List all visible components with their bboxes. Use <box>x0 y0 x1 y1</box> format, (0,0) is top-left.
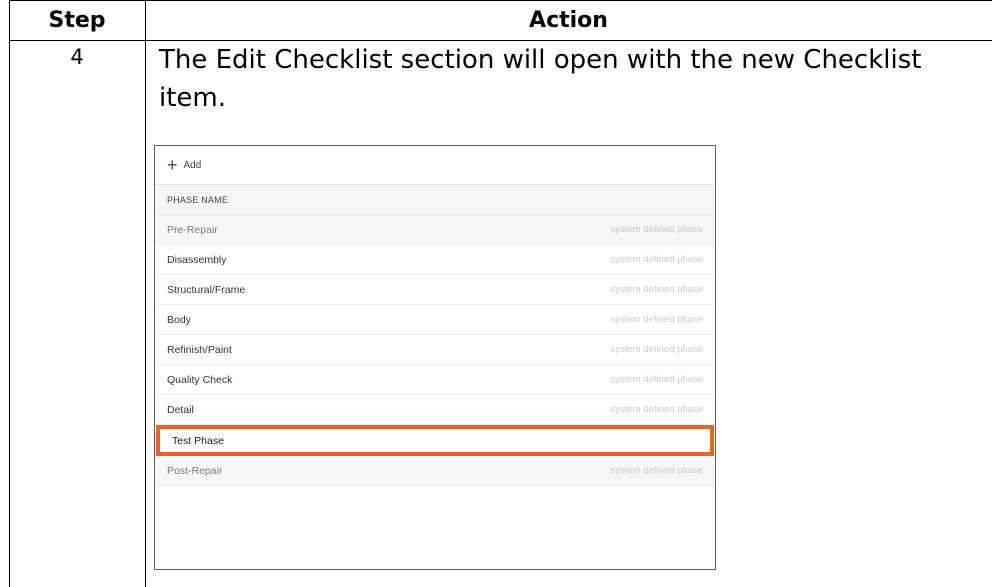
table-row[interactable]: Disassembly system defined phase <box>155 245 715 275</box>
header-action: Action <box>145 0 992 40</box>
table-row[interactable]: Refinish/Paint system defined phase <box>155 335 715 365</box>
phase-tag: system defined phase <box>610 254 703 265</box>
phase-tag: system defined phase <box>610 465 703 476</box>
phase-tag: system defined phase <box>610 344 703 355</box>
table-row[interactable]: Pre-Repair system defined phase <box>155 215 715 245</box>
table-row[interactable]: Detail system defined phase <box>155 395 715 425</box>
phase-name-column-header: PHASE NAME <box>155 185 715 215</box>
phase-name: Body <box>167 313 191 326</box>
phase-tag: system defined phase <box>610 224 703 235</box>
phase-name: Post-Repair <box>167 464 223 477</box>
table-row[interactable]: Body system defined phase <box>155 305 715 335</box>
phase-tag: system defined phase <box>610 374 703 385</box>
phase-name: Disassembly <box>167 253 227 266</box>
table-border-divider <box>145 0 146 587</box>
table-row[interactable]: Post-Repair system defined phase <box>155 456 715 486</box>
table-border-header <box>9 40 992 41</box>
phase-name: Pre-Repair <box>167 223 218 236</box>
table-row[interactable]: Structural/Frame system defined phase <box>155 275 715 305</box>
table-row[interactable]: Quality Check system defined phase <box>155 365 715 395</box>
phase-list-screenshot: + Add PHASE NAME Pre-Repair system defin… <box>154 145 716 570</box>
phase-tag: system defined phase <box>610 284 703 295</box>
table-border-left <box>9 0 10 587</box>
phase-name: Quality Check <box>167 373 233 386</box>
phase-name: Refinish/Paint <box>167 343 232 356</box>
step-number: 4 <box>70 45 84 69</box>
action-text-line1: The Edit Checklist section will open wit… <box>159 45 922 75</box>
action-text-line2: item. <box>159 83 227 113</box>
phase-toolbar: + Add <box>155 146 715 185</box>
add-button[interactable]: Add <box>184 160 202 171</box>
phase-name: Structural/Frame <box>167 283 246 296</box>
header-step: Step <box>9 0 145 40</box>
phase-tag: system defined phase <box>610 404 703 415</box>
table-row-highlighted[interactable]: Test Phase <box>156 425 714 456</box>
phase-name: Test Phase <box>172 434 224 447</box>
phase-tag: system defined phase <box>610 314 703 325</box>
table-border-top <box>9 0 992 1</box>
phase-name: Detail <box>167 403 194 416</box>
plus-icon: + <box>167 155 178 175</box>
